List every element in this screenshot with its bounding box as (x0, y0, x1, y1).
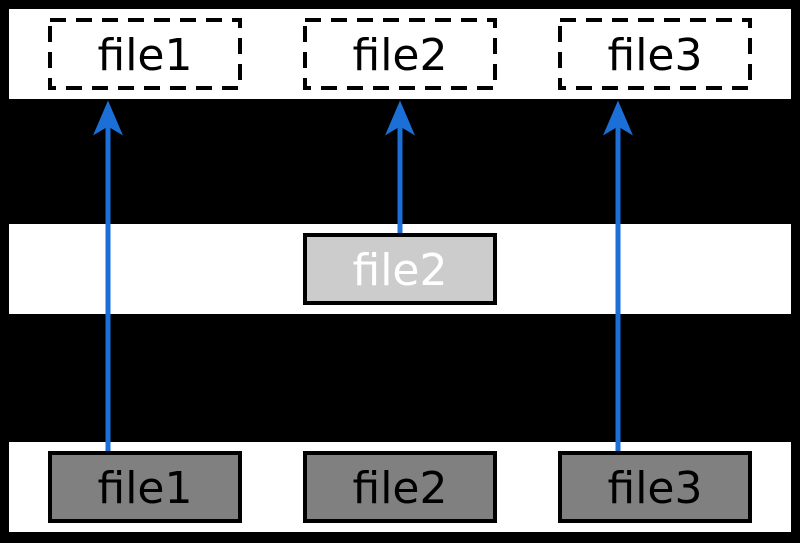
source-box-file3: file3 (560, 453, 750, 521)
staged-box-file2: file2 (305, 235, 495, 303)
target-label-file1: file1 (97, 30, 192, 81)
source-label-file1: file1 (97, 463, 192, 514)
source-box-file1: file1 (50, 453, 240, 521)
diagram-canvas: file1 file2 file3 file2 file1 file2 file… (0, 0, 800, 543)
source-box-file2: file2 (305, 453, 495, 521)
source-label-file2: file2 (352, 463, 447, 514)
source-label-file3: file3 (607, 463, 702, 514)
target-label-file3: file3 (607, 30, 702, 81)
target-label-file2: file2 (352, 30, 447, 81)
staged-label-file2: file2 (352, 245, 447, 296)
